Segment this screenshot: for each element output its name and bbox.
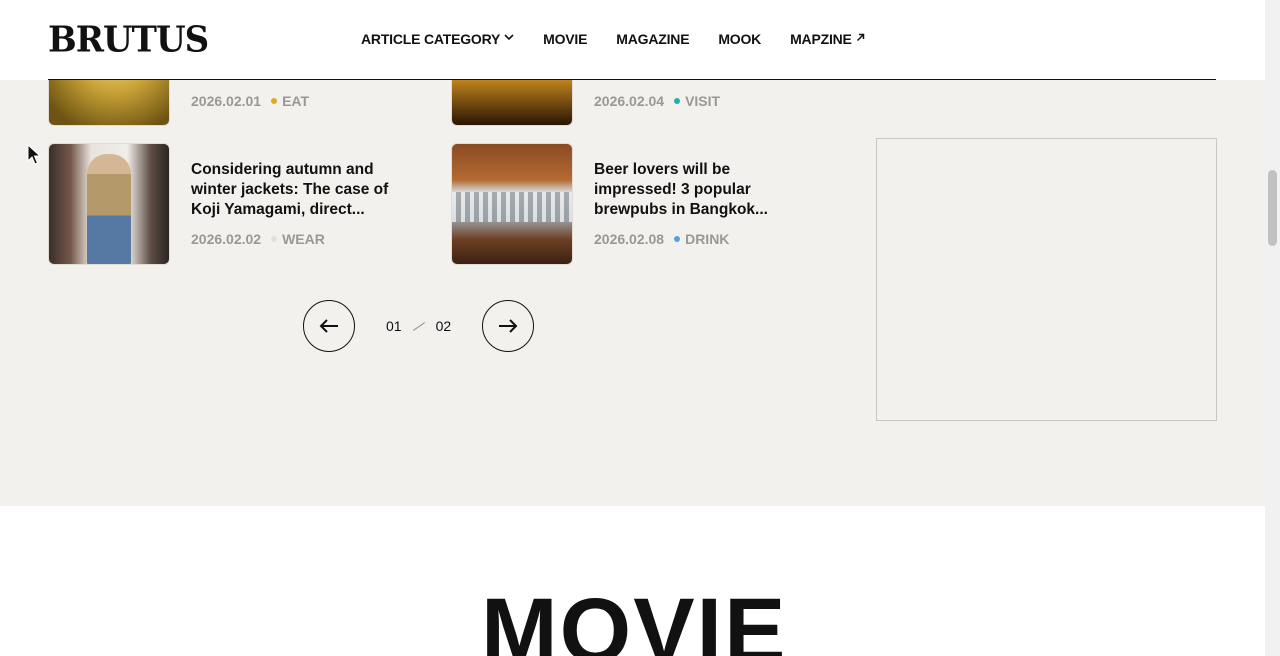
pager-next-button[interactable] <box>482 300 534 352</box>
article-date: 2026.02.04 <box>594 93 665 109</box>
pager-current: 01 <box>386 318 402 334</box>
article-date: 2026.02.08 <box>594 231 665 247</box>
nav-movie[interactable]: MOVIE <box>543 31 587 47</box>
article-category[interactable]: WEAR <box>271 231 325 247</box>
nav-magazine[interactable]: MAGAZINE <box>616 31 689 47</box>
article-title[interactable]: Considering autumn and winter jackets: T… <box>191 160 391 220</box>
pager-separator <box>412 321 425 331</box>
nav-article-category[interactable]: ARTICLE CATEGORY <box>361 31 514 47</box>
article-meta: 2026.02.04 VISIT <box>594 93 720 109</box>
section-heading: MOVIE <box>481 580 788 656</box>
scrollbar[interactable] <box>1265 0 1280 656</box>
article-category[interactable]: EAT <box>271 93 309 109</box>
main-nav: ARTICLE CATEGORY MOVIE MAGAZINE MOOK MAP… <box>361 31 865 47</box>
article-category[interactable]: VISIT <box>674 93 720 109</box>
external-link-icon <box>856 33 865 45</box>
nav-mook[interactable]: MOOK <box>718 31 761 47</box>
category-dot-icon <box>271 236 278 242</box>
article-date: 2026.02.02 <box>191 231 262 247</box>
category-dot-icon <box>674 98 681 104</box>
header-divider <box>48 79 1216 80</box>
arrow-right-icon <box>499 319 518 333</box>
article-meta: 2026.02.02 WEAR <box>191 231 325 247</box>
article-category[interactable]: DRINK <box>674 231 729 247</box>
pager-prev-button[interactable] <box>303 300 355 352</box>
ad-placeholder <box>876 138 1217 421</box>
article-date: 2026.02.01 <box>191 93 262 109</box>
chevron-down-icon <box>504 33 514 44</box>
article-title[interactable]: Beer lovers will be impressed! 3 popular… <box>594 160 779 220</box>
site-header: BRUTUS ARTICLE CATEGORY MOVIE MAGAZINE M… <box>0 0 1265 80</box>
brutus-logo[interactable]: BRUTUS <box>48 19 209 61</box>
article-thumbnail-drink[interactable] <box>451 143 573 265</box>
article-thumbnail-wear[interactable] <box>48 143 170 265</box>
article-meta: 2026.02.08 DRINK <box>594 231 729 247</box>
pager-total: 02 <box>435 318 452 334</box>
nav-mapzine[interactable]: MAPZINE <box>790 31 865 47</box>
category-dot-icon <box>271 98 278 104</box>
scrollbar-thumb[interactable] <box>1268 170 1277 246</box>
arrow-left-icon <box>319 319 338 333</box>
mouse-cursor-icon <box>27 144 41 165</box>
category-dot-icon <box>674 236 681 242</box>
pager-count: 01 02 <box>386 318 451 334</box>
article-meta: 2026.02.01 EAT <box>191 93 309 109</box>
